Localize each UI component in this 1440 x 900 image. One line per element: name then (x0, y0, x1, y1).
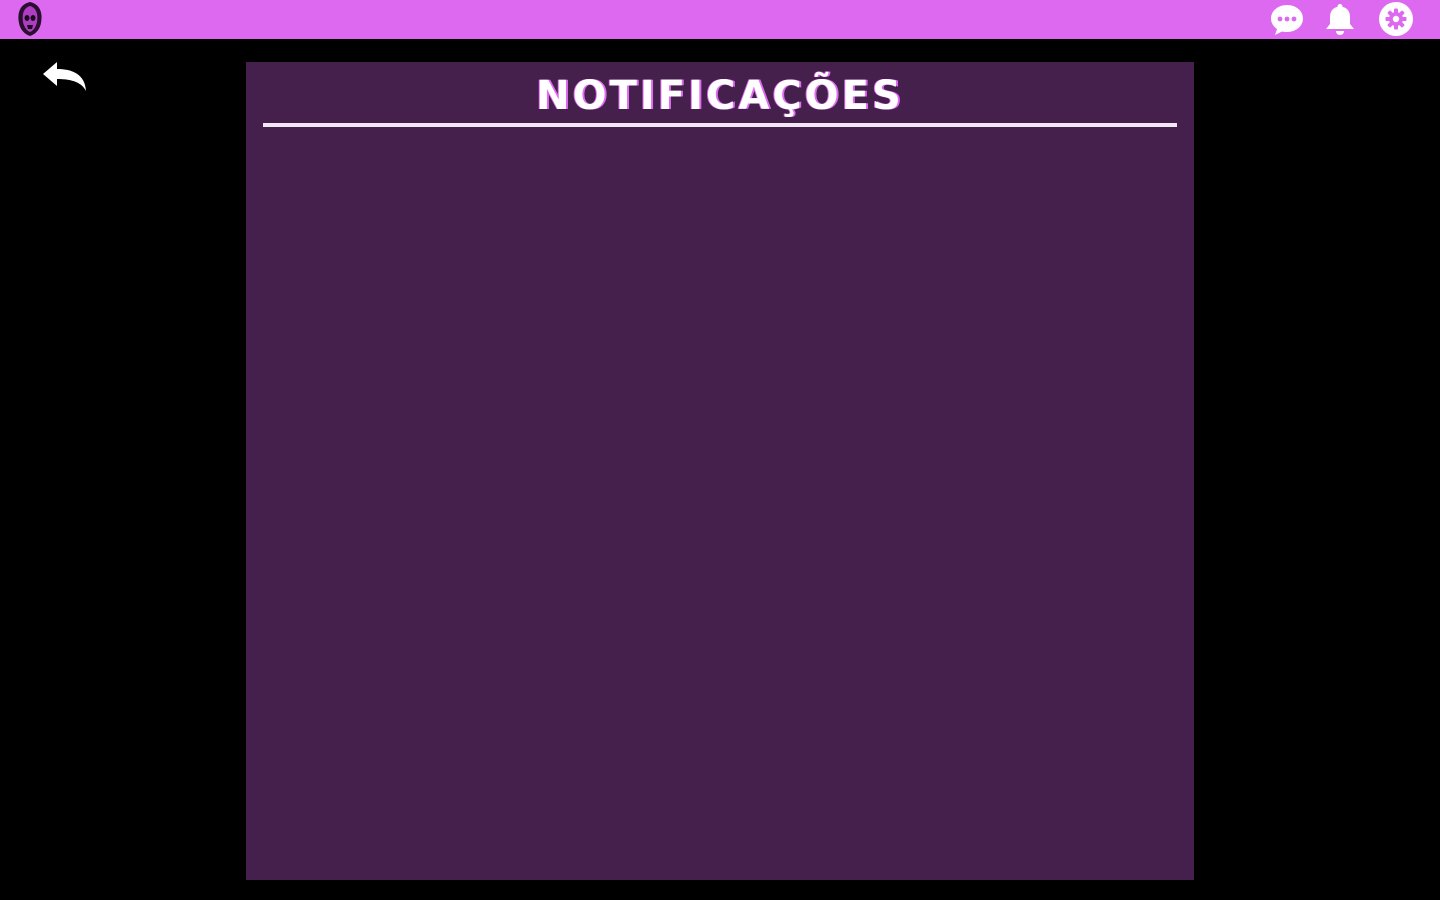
title-divider (263, 123, 1177, 127)
gear-icon[interactable] (1378, 2, 1414, 38)
top-bar (0, 0, 1440, 39)
bell-icon[interactable] (1322, 2, 1358, 38)
app-logo[interactable] (14, 1, 46, 37)
hooded-skull-logo-icon (18, 2, 42, 36)
chat-bubble-icon[interactable] (1269, 2, 1305, 38)
page-title: NOTIFICAÇÕES (536, 73, 904, 119)
notifications-panel (246, 62, 1194, 880)
